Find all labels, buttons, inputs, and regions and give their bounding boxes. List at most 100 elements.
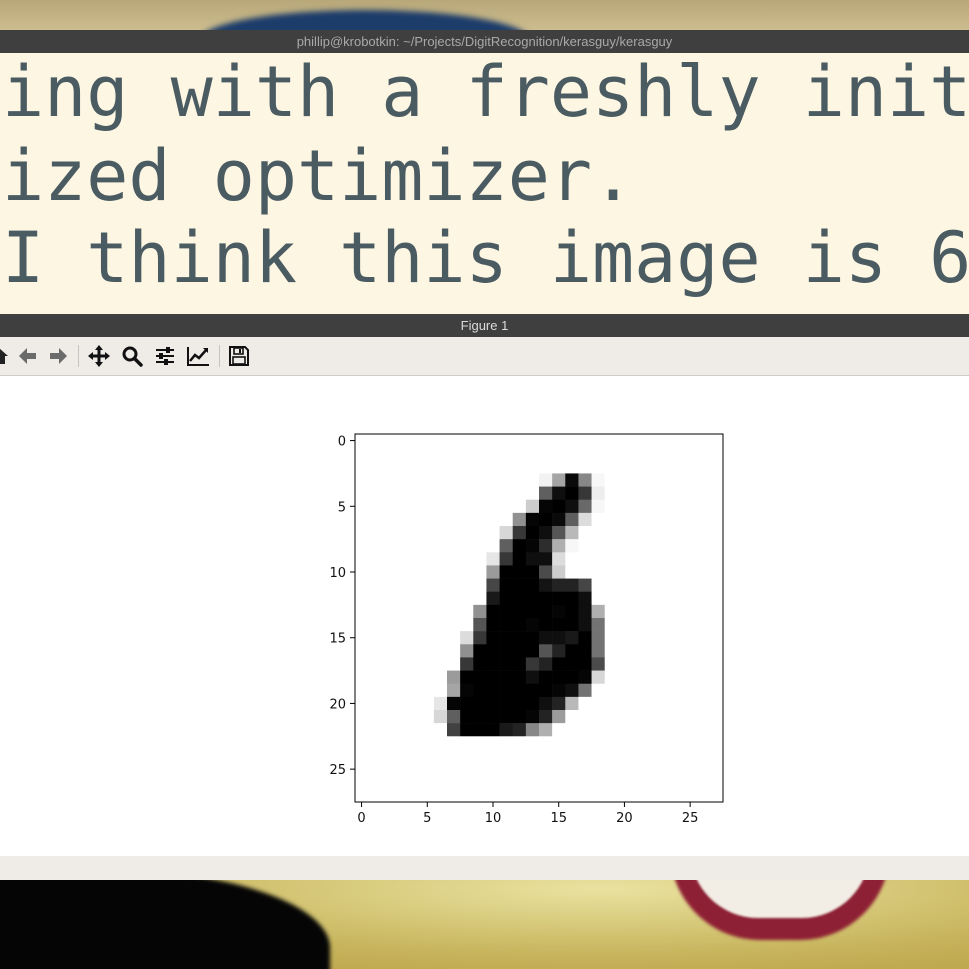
heatmap-cell	[525, 749, 540, 763]
heatmap-cell	[631, 473, 645, 487]
heatmap-cell	[565, 631, 579, 645]
heatmap-cell	[368, 710, 382, 724]
heatmap-cell	[486, 486, 500, 501]
heatmap-cell	[368, 512, 382, 527]
heatmap-cell	[617, 670, 632, 685]
heatmap-cell	[525, 736, 540, 750]
heatmap-cell	[512, 434, 527, 448]
heatmap-cell	[696, 762, 711, 777]
wallpaper-hat-shape	[200, 10, 530, 30]
heatmap-cell	[657, 539, 671, 553]
heatmap-cell	[644, 460, 658, 474]
heatmap-cell	[578, 670, 592, 685]
heatmap-cell	[420, 644, 435, 658]
heatmap-cell	[355, 512, 369, 527]
heatmap-cell	[539, 762, 553, 777]
heatmap-cell	[565, 683, 579, 698]
heatmap-cell	[644, 788, 658, 803]
heatmap-cell	[525, 657, 540, 671]
heatmap-cell	[447, 631, 461, 645]
heatmap-cell	[512, 486, 527, 501]
heatmap-cell	[578, 512, 592, 527]
heatmap-cell	[355, 578, 369, 593]
heatmap-cell	[631, 710, 645, 724]
heatmap-cell	[644, 499, 658, 514]
heatmap-cell	[539, 460, 553, 474]
heatmap-cell	[670, 447, 684, 461]
heatmap-cell	[460, 499, 474, 514]
plot-canvas[interactable]: 0 5 10 15 20 25 0 5 10 15 20 25	[0, 376, 969, 856]
heatmap-cell	[368, 499, 382, 514]
heatmap-cell	[355, 473, 369, 487]
heatmap-cell	[552, 788, 566, 803]
heatmap-cell	[407, 618, 422, 632]
heatmap-cell	[617, 631, 632, 645]
pan-icon[interactable]	[86, 343, 112, 369]
heatmap-cell	[368, 578, 382, 593]
back-icon[interactable]	[14, 343, 40, 369]
heatmap-cell	[644, 657, 658, 671]
heatmap-cell	[683, 512, 698, 527]
save-icon[interactable]	[226, 343, 252, 369]
heatmap-cell	[670, 604, 684, 619]
x-tick-label: 10	[485, 811, 502, 826]
heatmap-cell	[381, 526, 395, 540]
heatmap-cell	[578, 775, 592, 790]
zoom-icon[interactable]	[119, 343, 145, 369]
heatmap-cell	[657, 736, 671, 750]
heatmap-cell	[394, 657, 408, 671]
wallpaper-dark-region	[0, 880, 330, 969]
heatmap-cell	[473, 460, 487, 474]
heatmap-cell	[420, 578, 435, 593]
heatmap-cell	[709, 552, 724, 566]
heatmap-cell	[591, 683, 606, 698]
heatmap-cell	[670, 749, 684, 763]
heatmap-cell	[447, 552, 461, 566]
heatmap-cell	[460, 512, 474, 527]
heatmap-cell	[591, 736, 606, 750]
heatmap-cell	[525, 696, 540, 711]
figure-window[interactable]: Figure 1 0 5 10 15 20 25 0 5 10 15 20 25	[0, 314, 969, 880]
heatmap-cell	[433, 736, 448, 750]
figure-titlebar[interactable]: Figure 1	[0, 314, 969, 337]
heatmap-cell	[565, 486, 579, 501]
heatmap-cell	[604, 604, 619, 619]
heatmap-cell	[565, 618, 579, 632]
heatmap-cell	[460, 552, 474, 566]
heatmap-cell	[552, 460, 566, 474]
heatmap-cell	[407, 631, 422, 645]
heatmap-cell	[591, 788, 606, 803]
heatmap-cell	[644, 618, 658, 632]
heatmap-cell	[539, 499, 553, 514]
heatmap-cell	[696, 657, 711, 671]
forward-icon[interactable]	[46, 343, 72, 369]
heatmap-cell	[407, 539, 422, 553]
heatmap-cell	[486, 434, 500, 448]
heatmap-cell	[644, 486, 658, 501]
terminal-window[interactable]: phillip@krobotkin: ~/Projects/DigitRecog…	[0, 30, 969, 314]
heatmap-cell	[617, 460, 632, 474]
subplots-config-icon[interactable]	[152, 343, 178, 369]
heatmap-cell	[670, 434, 684, 448]
heatmap-cell	[657, 591, 671, 606]
heatmap-cell	[473, 473, 487, 487]
heatmap-cell	[657, 644, 671, 658]
heatmap-cell	[433, 644, 448, 658]
heatmap-cell	[433, 631, 448, 645]
edit-axis-icon[interactable]	[185, 343, 211, 369]
terminal-titlebar[interactable]: phillip@krobotkin: ~/Projects/DigitRecog…	[0, 30, 969, 53]
heatmap-cell	[552, 526, 566, 540]
heatmap-cell	[499, 526, 514, 540]
heatmap-cell	[525, 434, 540, 448]
heatmap-cell	[670, 631, 684, 645]
heatmap-cell	[604, 775, 619, 790]
heatmap-cell	[631, 460, 645, 474]
heatmap-cell	[696, 723, 711, 737]
heatmap-cell	[617, 539, 632, 553]
heatmap-cell	[394, 447, 408, 461]
heatmap-cell	[578, 762, 592, 777]
heatmap-cell	[394, 565, 408, 579]
heatmap-cell	[644, 644, 658, 658]
home-icon[interactable]	[0, 343, 12, 369]
heatmap-cell	[591, 657, 606, 671]
